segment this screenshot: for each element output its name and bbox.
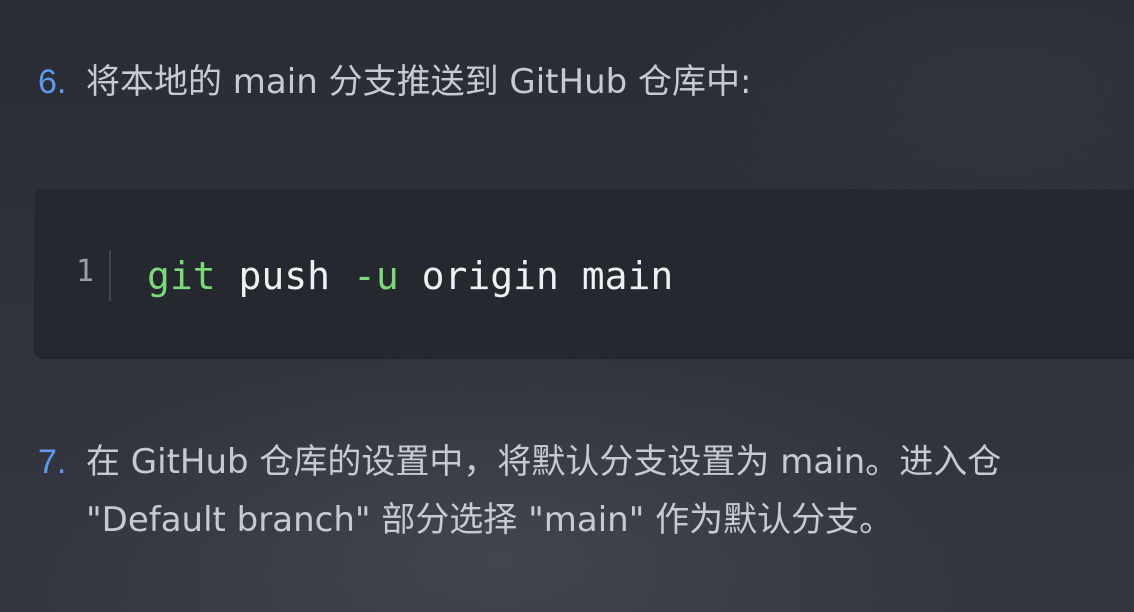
code-token-command: git [147, 254, 216, 298]
gutter-divider [109, 250, 111, 301]
code-line[interactable]: git push -u origin main [147, 252, 673, 300]
code-token-branch: main [581, 254, 674, 298]
step-text-line: "Default branch" 部分选择 "main" 作为默认分支。 [86, 500, 894, 540]
code-token-flag: -u [352, 254, 399, 298]
step-6: 6. 将本地的 main 分支推送到 GitHub 仓库中: [38, 60, 751, 111]
step-number: 6. [38, 63, 67, 101]
code-token-remote: origin [421, 254, 559, 298]
step-number: 7. [38, 443, 67, 481]
step-7: 7. 在 GitHub 仓库的设置中，将默认分支设置为 main。进入仓 "De… [38, 440, 1001, 549]
step-text: 在 GitHub 仓库的设置中，将默认分支设置为 main。进入仓 "Defau… [86, 433, 1001, 549]
step-text-line: 将本地的 main 分支推送到 GitHub 仓库中: [86, 62, 752, 102]
line-number: 1 [76, 254, 95, 289]
step-text: 将本地的 main 分支推送到 GitHub 仓库中: [86, 53, 751, 111]
step-text-line: 在 GitHub 仓库的设置中，将默认分支设置为 main。进入仓 [86, 442, 1002, 482]
code-token-subcommand: push [238, 254, 331, 298]
